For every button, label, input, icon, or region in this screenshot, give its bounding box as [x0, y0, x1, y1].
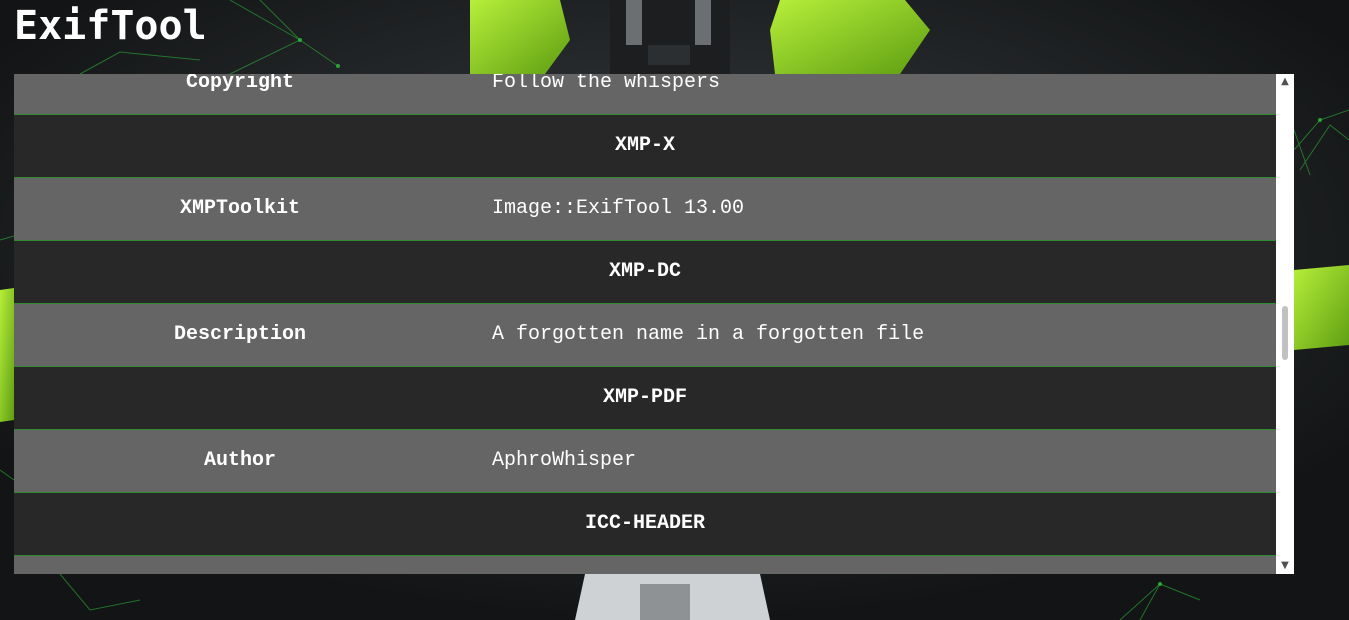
- chevron-up-icon[interactable]: ▲: [1276, 74, 1294, 90]
- group-header-row: XMP-X: [14, 115, 1276, 178]
- tag-name: Copyright: [185, 74, 295, 94]
- tag-value: AphroWhisper: [492, 449, 637, 472]
- group-header-row: XMP-PDF: [14, 367, 1276, 430]
- vertical-scrollbar[interactable]: ▲ ▼: [1276, 74, 1294, 574]
- table-row: Description A forgotten name in a forgot…: [14, 304, 1276, 367]
- scrollbar-thumb[interactable]: [1282, 306, 1288, 360]
- tag-name: XMPToolkit: [179, 197, 301, 220]
- chevron-down-icon[interactable]: ▼: [1276, 558, 1294, 574]
- table-row: Copyright Follow the whispers: [14, 74, 1276, 115]
- group-header-row: ICC-HEADER: [14, 493, 1276, 556]
- group-name: XMP-X: [614, 134, 675, 157]
- group-name: ICC-HEADER: [584, 512, 706, 535]
- metadata-table[interactable]: Copyright Follow the whispers XMP-X XMPT…: [14, 74, 1294, 574]
- app-title: ExifTool: [14, 3, 207, 49]
- table-row: Author AphroWhisper: [14, 430, 1276, 493]
- group-name: XMP-DC: [608, 260, 681, 283]
- tag-name: Description: [173, 323, 307, 346]
- metadata-rows: Copyright Follow the whispers XMP-X XMPT…: [14, 74, 1276, 574]
- tag-name: Author: [203, 449, 276, 472]
- tag-value: Follow the whispers: [492, 74, 721, 94]
- tag-value: Image::ExifTool 13.00: [492, 197, 745, 220]
- table-row: [14, 556, 1276, 574]
- group-header-row: XMP-DC: [14, 241, 1276, 304]
- group-name: XMP-PDF: [602, 386, 687, 409]
- table-row: XMPToolkit Image::ExifTool 13.00: [14, 178, 1276, 241]
- tag-value: A forgotten name in a forgotten file: [492, 323, 925, 346]
